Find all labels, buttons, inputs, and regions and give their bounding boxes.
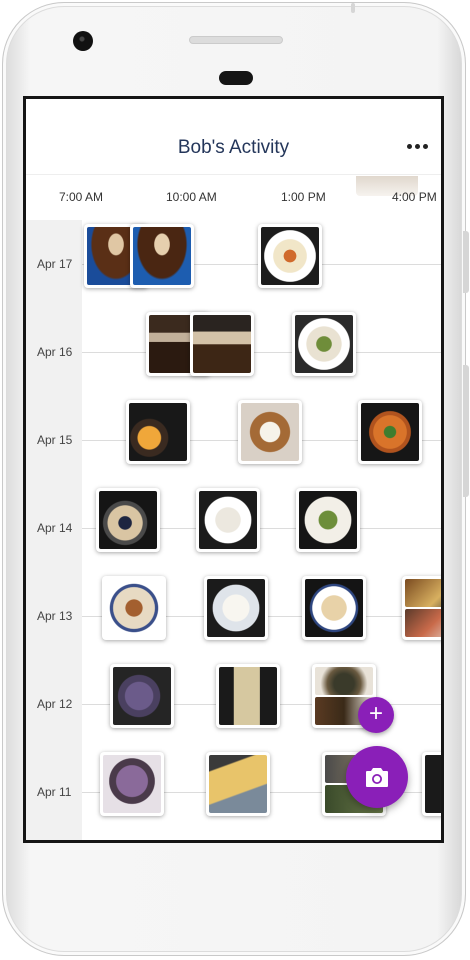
date-label: Apr 12 [37, 697, 73, 711]
meal-photo[interactable] [258, 224, 322, 288]
day-row: Apr 17 [26, 220, 441, 308]
meal-photo[interactable] [130, 224, 194, 288]
meal-photo[interactable] [292, 312, 356, 376]
time-label-4pm: 4:00 PM [392, 190, 437, 204]
more-options-icon[interactable] [405, 139, 429, 153]
camera-icon [366, 768, 388, 787]
meal-photo[interactable] [422, 752, 441, 816]
time-label-7am: 7:00 AM [59, 190, 104, 204]
power-button [351, 3, 355, 13]
day-row: Apr 15 [26, 396, 441, 484]
date-label: Apr 17 [37, 257, 73, 271]
timeline-line [82, 352, 441, 353]
app-header: Bob's Activity [26, 99, 441, 175]
day-row: Apr 13 [26, 572, 441, 660]
page-title: Bob's Activity [177, 137, 290, 158]
meal-photo[interactable] [238, 400, 302, 464]
meal-photo[interactable] [358, 400, 422, 464]
meal-photo[interactable] [296, 488, 360, 552]
time-axis: 7:00 AM 10:00 AM 1:00 PM 4:00 PM [26, 176, 441, 220]
meal-photo[interactable] [102, 576, 166, 640]
time-label-1pm: 1:00 PM [281, 190, 326, 204]
meal-photo[interactable] [302, 576, 366, 640]
app-screen: Bob's Activity 7:00 AM 10:00 AM 1:00 PM … [23, 96, 444, 843]
date-label: Apr 11 [37, 785, 72, 799]
date-label: Apr 15 [37, 433, 73, 447]
meal-photo[interactable] [190, 312, 254, 376]
front-camera [73, 31, 93, 51]
meal-photo[interactable] [96, 488, 160, 552]
meal-photo[interactable] [110, 664, 174, 728]
camera-button[interactable] [346, 746, 408, 808]
meal-photo[interactable] [402, 576, 441, 640]
date-label: Apr 13 [37, 609, 73, 623]
day-row: Apr 16 [26, 308, 441, 396]
meal-photo[interactable] [126, 400, 190, 464]
date-label: Apr 16 [37, 345, 73, 359]
meal-photo[interactable] [196, 488, 260, 552]
add-entry-button[interactable]: + [358, 697, 394, 733]
meal-photo[interactable] [206, 752, 270, 816]
side-button [463, 365, 469, 497]
volume-button [463, 231, 469, 293]
meal-photo[interactable] [100, 752, 164, 816]
date-label: Apr 14 [37, 521, 73, 535]
meal-photo[interactable] [204, 576, 268, 640]
proximity-sensor [219, 71, 253, 85]
time-label-10am: 10:00 AM [166, 190, 217, 204]
meal-photo[interactable] [216, 664, 280, 728]
day-row: Apr 14 [26, 484, 441, 572]
earpiece-speaker [189, 36, 283, 44]
